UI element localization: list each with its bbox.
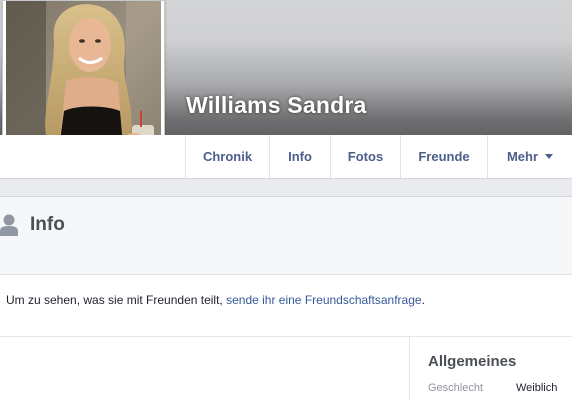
info-title: Info bbox=[30, 214, 65, 235]
caret-down-icon bbox=[545, 154, 554, 159]
tab-chronik[interactable]: Chronik bbox=[185, 135, 269, 178]
notice-suffix: . bbox=[421, 293, 425, 307]
tab-mehr-label: Mehr bbox=[506, 149, 539, 164]
profile-tabs: Chronik Info Fotos Freunde Mehr bbox=[0, 135, 572, 179]
column-divider bbox=[409, 337, 410, 401]
tab-freunde[interactable]: Freunde bbox=[400, 135, 487, 178]
gender-label: Geschlecht bbox=[428, 382, 484, 394]
tab-fotos[interactable]: Fotos bbox=[330, 135, 400, 178]
gender-value: Weiblich bbox=[516, 382, 558, 394]
person-icon bbox=[0, 214, 20, 236]
profile-photo-image bbox=[6, 1, 161, 156]
friend-request-notice: Um zu sehen, was sie mit Freunden teilt,… bbox=[0, 276, 572, 337]
info-section-header: Info bbox=[0, 197, 572, 275]
general-info-title: Allgemeines bbox=[428, 353, 517, 370]
section-separator bbox=[0, 179, 572, 197]
tab-mehr[interactable]: Mehr bbox=[487, 135, 572, 178]
friend-request-link[interactable]: sende ihr eine Freundschaftsanfrage bbox=[226, 293, 421, 307]
profile-name[interactable]: Williams Sandra bbox=[186, 92, 366, 119]
notice-text: Um zu sehen, was sie mit Freunden teilt, bbox=[6, 293, 227, 307]
tab-info[interactable]: Info bbox=[269, 135, 330, 178]
